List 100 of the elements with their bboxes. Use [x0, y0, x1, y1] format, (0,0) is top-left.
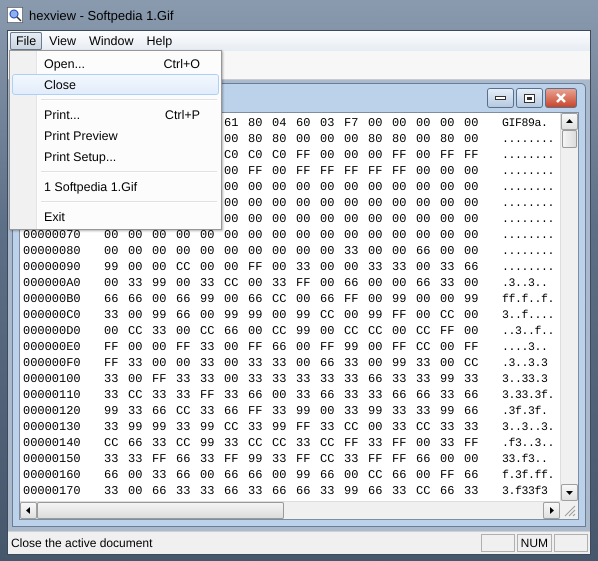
ascii-text: ........: [502, 196, 554, 210]
hex-byte: 33: [128, 452, 144, 466]
hex-byte: 33: [248, 372, 264, 386]
size-grip-icon[interactable]: [562, 503, 576, 517]
offset-label: 00000120: [23, 404, 82, 418]
hex-byte: 00: [224, 228, 240, 242]
hex-byte: 99: [296, 404, 312, 418]
hex-byte: 00: [200, 228, 216, 242]
hex-byte: FF: [344, 436, 360, 450]
hex-byte: 00: [416, 116, 432, 130]
hex-byte: 00: [464, 132, 480, 146]
menu-item[interactable]: Open... Ctrl+O: [12, 53, 219, 74]
hex-byte: 00: [344, 196, 360, 210]
hex-byte: 33: [200, 356, 216, 370]
hex-byte: 99: [464, 292, 480, 306]
hex-byte: 00: [464, 228, 480, 242]
hex-byte: 00: [296, 292, 312, 306]
hex-byte: 00: [248, 196, 264, 210]
hex-byte: 00: [296, 180, 312, 194]
app-icon: [7, 7, 23, 23]
menu-bar-item[interactable]: Window: [83, 32, 140, 50]
menu-item[interactable]: Print... Ctrl+P: [12, 104, 219, 125]
hex-byte: 66: [320, 468, 336, 482]
horizontal-scrollbar[interactable]: [20, 501, 560, 519]
hex-byte: 00: [224, 212, 240, 226]
hex-byte: 80: [368, 132, 384, 146]
scroll-up-icon[interactable]: [561, 113, 578, 130]
hex-byte: 66: [344, 276, 360, 290]
hex-byte: 00: [392, 116, 408, 130]
hex-byte: 00: [416, 228, 432, 242]
close-button[interactable]: [545, 88, 577, 108]
menu-bar-item[interactable]: File: [10, 32, 42, 50]
hex-byte: FF: [440, 468, 456, 482]
hex-byte: FF: [368, 452, 384, 466]
hex-byte: 33: [104, 372, 120, 386]
hex-byte: 33: [416, 372, 432, 386]
menu-item[interactable]: Print Preview: [12, 125, 219, 146]
hex-byte: 66: [416, 388, 432, 402]
scroll-thumb[interactable]: [37, 502, 284, 519]
hex-byte: FF: [368, 164, 384, 178]
hex-byte: FF: [104, 340, 120, 354]
hex-byte: 00: [416, 180, 432, 194]
minimize-icon: [495, 96, 506, 100]
hex-byte: CC: [416, 340, 432, 354]
hex-byte: 00: [152, 228, 168, 242]
menu-item[interactable]: Close: [12, 74, 219, 95]
hex-byte: 00: [224, 132, 240, 146]
hex-byte: 33: [368, 260, 384, 274]
hex-byte: 00: [368, 292, 384, 306]
hex-byte: 00: [440, 244, 456, 258]
offset-label: 000000D0: [23, 324, 82, 338]
hex-byte: 00: [200, 244, 216, 258]
hex-byte: 66: [176, 468, 192, 482]
minimize-button[interactable]: [487, 88, 514, 108]
hex-byte: 00: [152, 292, 168, 306]
hex-byte: 00: [320, 276, 336, 290]
hex-byte: C0: [224, 148, 240, 162]
hex-byte: 33: [200, 404, 216, 418]
hex-byte: 99: [296, 468, 312, 482]
hex-byte: 66: [176, 308, 192, 322]
hex-byte: CC: [320, 436, 336, 450]
scroll-thumb[interactable]: [562, 130, 577, 148]
hex-byte: 80: [440, 132, 456, 146]
hex-byte: 00: [440, 196, 456, 210]
hex-byte: CC: [224, 420, 240, 434]
hex-byte: 66: [152, 484, 168, 498]
scroll-right-icon[interactable]: [543, 502, 560, 519]
hex-byte: 66: [464, 388, 480, 402]
menu-bar-item[interactable]: View: [43, 32, 82, 50]
hex-byte: 33: [200, 276, 216, 290]
hex-byte: 66: [368, 372, 384, 386]
scroll-down-icon[interactable]: [561, 484, 578, 501]
hex-byte: 66: [104, 468, 120, 482]
hex-byte: 33: [200, 484, 216, 498]
menu-bar-item[interactable]: Help: [140, 32, 178, 50]
hex-byte: 66: [224, 404, 240, 418]
hex-byte: FF: [464, 340, 480, 354]
hex-byte: 66: [272, 340, 288, 354]
menu-item[interactable]: 1 Softpedia 1.Gif: [12, 176, 219, 197]
ascii-text: 3..33.3: [502, 372, 548, 386]
hex-byte: 33: [176, 420, 192, 434]
hex-byte: C0: [248, 148, 264, 162]
hex-byte: 00: [416, 260, 432, 274]
menu-item[interactable]: Print Setup...: [12, 146, 219, 167]
hex-byte: 99: [128, 420, 144, 434]
hex-byte: 99: [224, 308, 240, 322]
hex-byte: 66: [296, 484, 312, 498]
hex-byte: 00: [224, 292, 240, 306]
menu-item[interactable]: Exit: [12, 206, 219, 227]
hex-byte: 66: [224, 468, 240, 482]
scroll-left-icon[interactable]: [20, 502, 37, 519]
hex-byte: 66: [320, 388, 336, 402]
vertical-scrollbar[interactable]: [560, 113, 578, 501]
maximize-button[interactable]: [516, 88, 543, 108]
hex-byte: FF: [320, 340, 336, 354]
hex-byte: 00: [248, 244, 264, 258]
hex-byte: FF: [176, 340, 192, 354]
hex-byte: 00: [464, 452, 480, 466]
hex-byte: 00: [344, 180, 360, 194]
hex-byte: FF: [344, 292, 360, 306]
